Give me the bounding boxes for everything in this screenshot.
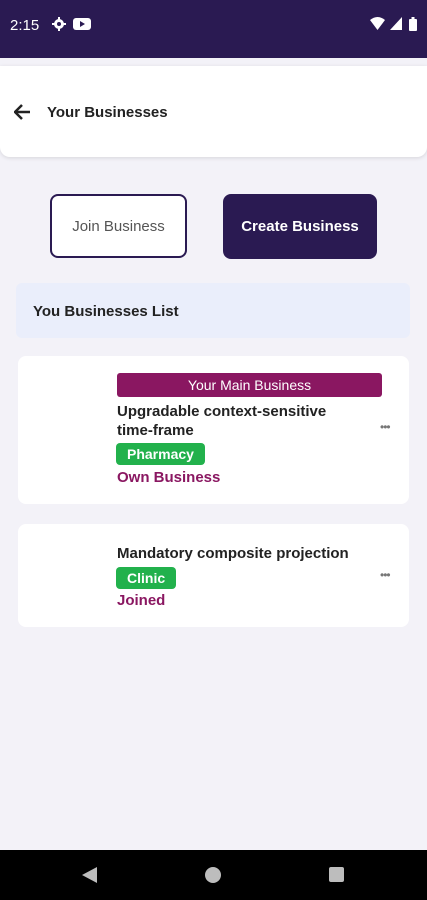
business-name: Upgradable context-sensitive time-frame xyxy=(117,403,327,439)
nav-home-icon[interactable] xyxy=(205,867,221,883)
list-header-label: You Businesses List xyxy=(33,303,179,320)
more-horizontal-icon[interactable]: ••• xyxy=(380,568,391,582)
app-bar: Your Businesses xyxy=(0,66,427,157)
nav-recents-icon[interactable] xyxy=(329,867,344,882)
wifi-icon xyxy=(370,17,385,35)
battery-icon xyxy=(409,17,417,36)
youtube-icon xyxy=(73,17,91,36)
business-name: Mandatory composite projection xyxy=(117,545,349,562)
status-time: 2:15 xyxy=(10,17,40,34)
create-business-button[interactable]: Create Business xyxy=(223,194,377,259)
business-status: Joined xyxy=(117,592,166,609)
category-tag: Pharmacy xyxy=(116,443,205,465)
category-tag: Clinic xyxy=(116,567,177,589)
status-bar: 2:15 xyxy=(0,0,427,58)
business-status: Own Business xyxy=(117,469,221,486)
businesses-list-header: You Businesses List xyxy=(16,283,410,338)
gear-icon xyxy=(52,17,66,36)
business-card[interactable]: Your Main Business Upgradable context-se… xyxy=(18,356,409,504)
more-horizontal-icon[interactable]: ••• xyxy=(380,420,391,434)
join-business-button[interactable]: Join Business xyxy=(50,194,187,258)
main-business-badge: Your Main Business xyxy=(117,373,382,397)
system-nav-bar xyxy=(0,850,427,900)
signal-icon xyxy=(390,17,402,35)
arrow-back-icon[interactable] xyxy=(13,104,36,122)
business-card[interactable]: Mandatory composite projection Clinic Jo… xyxy=(18,524,409,627)
page-title: Your Businesses xyxy=(47,104,168,121)
nav-back-icon[interactable] xyxy=(82,867,97,888)
